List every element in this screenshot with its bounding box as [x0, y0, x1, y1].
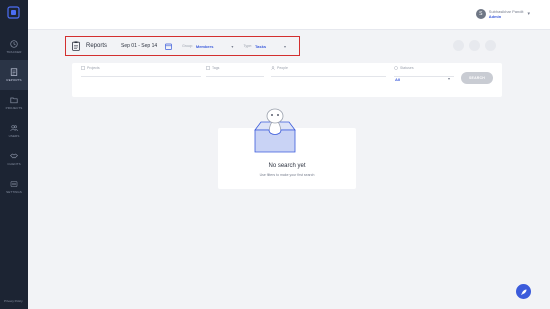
gear-icon — [10, 181, 18, 187]
projects-field[interactable] — [81, 76, 201, 77]
status-field — [394, 76, 454, 77]
help-fab-button[interactable] — [516, 284, 531, 299]
people-filter[interactable]: People — [271, 66, 288, 70]
sidebar-item-projects[interactable]: PROJECTS — [0, 88, 28, 118]
tags-filter[interactable]: Tags — [206, 66, 219, 70]
folder-icon — [81, 66, 85, 70]
status-filter-label: Statuses — [400, 66, 414, 70]
folder-icon — [10, 97, 18, 104]
share-button[interactable] — [485, 40, 496, 51]
avatar: S — [475, 9, 486, 19]
chevron-down-icon: ▾ — [231, 43, 234, 49]
reports-header: Reports Sep 01 - Sep 14 Group: Members ▾… — [65, 36, 300, 56]
ghost-inbox-illustration — [254, 108, 296, 153]
user-menu[interactable]: S Subhasikhar Pandit Admin ▾ — [475, 9, 530, 19]
chevron-down-icon: ▾ — [527, 11, 530, 17]
group-value: Members — [195, 43, 214, 49]
projects-filter-label: Projects — [87, 66, 100, 70]
sidebar-item-tracker[interactable]: TRACKER — [0, 32, 28, 62]
group-select[interactable]: Group: Members ▾ — [182, 44, 233, 49]
sidebar-item-label: REPORTS — [6, 78, 22, 82]
type-label: Type: — [243, 44, 252, 48]
users-icon — [10, 125, 18, 132]
date-range-picker[interactable]: Sep 01 - Sep 14 — [121, 43, 157, 49]
calendar-icon[interactable] — [165, 43, 173, 50]
tag-icon — [206, 66, 210, 70]
user-role: Admin — [488, 14, 502, 19]
rocket-icon — [520, 289, 526, 295]
filter-panel: Projects Tags People Statuses All ▾ SEAR… — [72, 63, 502, 97]
status-value[interactable]: All — [395, 77, 400, 82]
status-icon — [394, 66, 398, 70]
sidebar-item-reports[interactable]: REPORTS — [0, 60, 28, 90]
sidebar-item-label: PROJECTS — [5, 106, 23, 110]
sidebar-item-users[interactable]: USERS — [0, 116, 28, 146]
export-button[interactable] — [453, 40, 464, 51]
sidebar-item-label: SETTINGS — [6, 190, 22, 194]
type-select[interactable]: Type: Tasks ▾ — [243, 44, 286, 49]
sidebar: TRACKER REPORTS PROJECTS USERS CLIENTS S… — [0, 0, 28, 309]
tags-filter-label: Tags — [212, 66, 220, 70]
sidebar-item-label: CLIENTS — [7, 162, 21, 166]
search-button[interactable]: SEARCH — [461, 72, 493, 84]
sidebar-item-label: USERS — [8, 134, 20, 138]
top-bar: S Subhasikhar Pandit Admin ▾ — [28, 0, 550, 30]
page-title: Reports — [86, 43, 108, 49]
print-button[interactable] — [469, 40, 480, 51]
chevron-down-icon: ▾ — [284, 43, 287, 49]
reports-icon — [10, 68, 18, 76]
group-label: Group: — [182, 44, 193, 48]
handshake-icon — [10, 153, 18, 159]
tags-field[interactable] — [206, 76, 264, 77]
sidebar-item-clients[interactable]: CLIENTS — [0, 144, 28, 174]
privacy-policy-link[interactable]: Privacy Policy — [4, 299, 23, 303]
projects-filter[interactable]: Projects — [81, 66, 100, 70]
empty-state-subtitle: Use filters to make your first search — [259, 173, 315, 177]
clock-icon — [10, 40, 18, 48]
person-icon — [271, 66, 275, 70]
app-logo-icon[interactable] — [7, 6, 20, 19]
status-filter[interactable]: Statuses — [394, 66, 414, 70]
type-value: Tasks — [255, 43, 267, 49]
empty-state-title: No search yet — [268, 163, 306, 169]
people-filter-label: People — [277, 66, 288, 70]
sidebar-item-label: TRACKER — [6, 50, 22, 54]
people-field[interactable] — [271, 76, 386, 77]
sidebar-item-settings[interactable]: SETTINGS — [0, 172, 28, 202]
clipboard-icon — [72, 41, 80, 51]
